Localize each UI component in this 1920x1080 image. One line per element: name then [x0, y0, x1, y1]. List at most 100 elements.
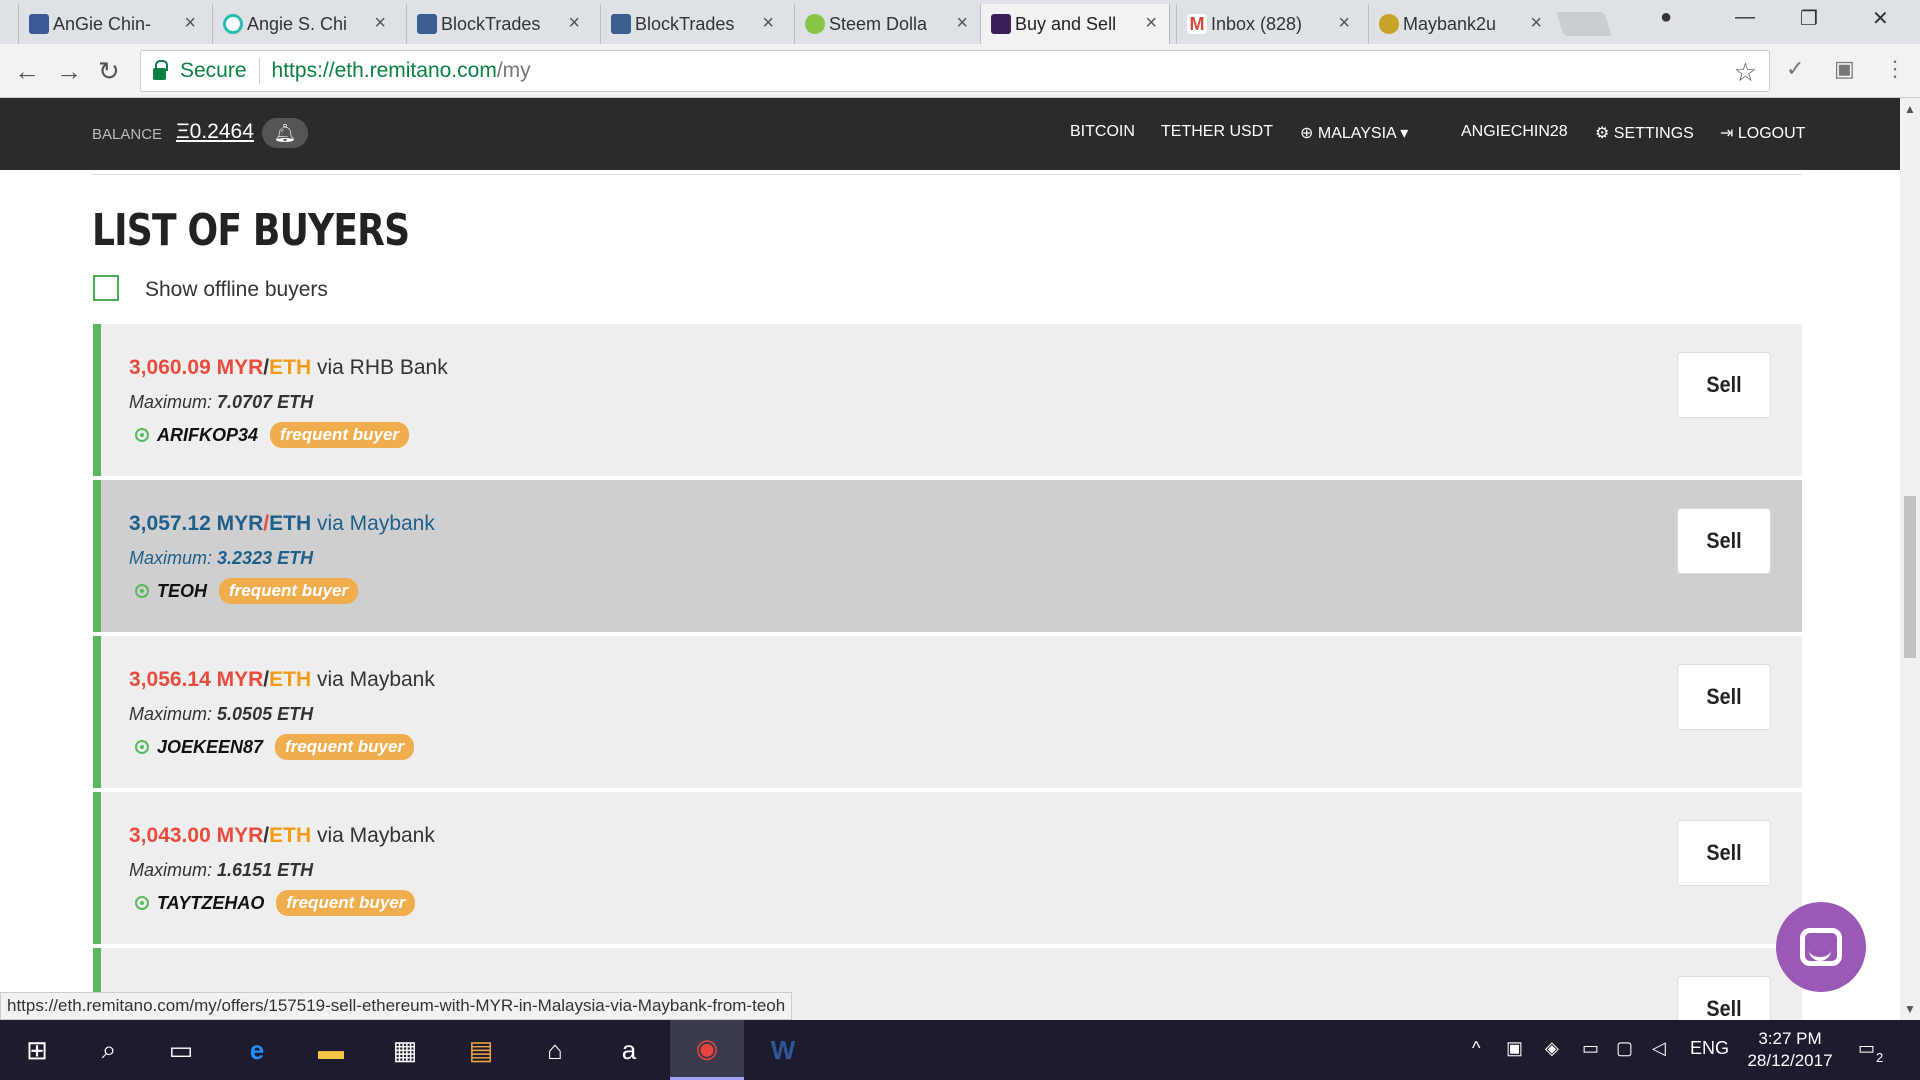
new-tab-button[interactable]	[1555, 12, 1613, 36]
online-status-icon	[135, 740, 149, 754]
close-icon[interactable]: ×	[1338, 12, 1350, 35]
tab-2[interactable]: BlockTrades ×	[406, 4, 592, 44]
tab-4[interactable]: Steem Dolla ×	[794, 4, 980, 44]
chat-button[interactable]	[1776, 902, 1866, 992]
user-line: TAYTZEHAO frequent buyer	[129, 890, 416, 916]
close-icon[interactable]: ×	[374, 12, 386, 35]
restore-icon[interactable]: ❐	[1800, 6, 1818, 31]
scroll-up-icon[interactable]: ▲	[1904, 102, 1916, 116]
tab-3[interactable]: BlockTrades ×	[600, 4, 786, 44]
scroll-down-icon[interactable]: ▼	[1904, 1002, 1916, 1016]
reload-icon[interactable]: ↻	[98, 56, 120, 87]
buyer-username[interactable]: TEOH	[157, 581, 207, 602]
search-icon[interactable]: ⌕	[72, 1020, 146, 1080]
max-line: Maximum: 7.0707 ETH	[129, 392, 313, 413]
tab-0[interactable]: AnGie Chin- ×	[18, 4, 208, 44]
price-line: 3,043.00 MYR/ETH via Maybank	[129, 824, 435, 848]
offer-row[interactable]: 3,056.14 MYR/ETH via Maybank Maximum: 5.…	[93, 636, 1802, 788]
country-label: MALAYSIA	[1317, 125, 1396, 142]
nav-country[interactable]: ⊕ MALAYSIA ▾	[1300, 123, 1408, 143]
max-line: Maximum: 1.6151 ETH	[129, 860, 313, 881]
notifications-icon[interactable]: ▭	[1858, 1038, 1875, 1059]
amazon-icon[interactable]: a	[592, 1020, 666, 1080]
via-label: via	[316, 356, 344, 379]
app-icon[interactable]: ▤	[444, 1020, 518, 1080]
user-line: JOEKEEN87 frequent buyer	[129, 734, 415, 760]
buyer-username[interactable]: ARIFKOP34	[157, 425, 258, 446]
buyer-username[interactable]: JOEKEEN87	[157, 737, 263, 758]
tab-6[interactable]: M Inbox (828) ×	[1176, 4, 1362, 44]
volume-icon[interactable]: ◁	[1652, 1038, 1666, 1059]
nav-settings[interactable]: ⚙ SETTINGS	[1595, 123, 1694, 143]
nav-logout[interactable]: ⇥ LOGOUT	[1720, 123, 1805, 143]
offer-fiat: MYR	[216, 824, 264, 847]
close-icon[interactable]: ×	[1145, 12, 1157, 35]
check-extension-icon[interactable]: ✓	[1786, 56, 1804, 82]
offer-coin: ETH	[269, 512, 312, 535]
clock[interactable]: 3:27 PM 28/12/2017	[1740, 1028, 1840, 1072]
sell-button[interactable]: Sell	[1677, 508, 1771, 574]
network-icon[interactable]: ▢	[1616, 1038, 1633, 1059]
word-icon[interactable]: W	[746, 1020, 820, 1080]
sell-button[interactable]: Sell	[1677, 976, 1771, 1020]
minimize-icon[interactable]: —	[1735, 6, 1755, 29]
forward-icon[interactable]: →	[56, 56, 82, 87]
max-value: 5.0505 ETH	[217, 704, 314, 724]
windows-start-icon[interactable]: ⊞	[0, 1020, 74, 1080]
extension-icon[interactable]: ▣	[1834, 56, 1855, 82]
menu-icon[interactable]: ⋮	[1884, 56, 1906, 82]
max-label: Maximum:	[129, 392, 213, 412]
tab-5[interactable]: Buy and Sell ×	[980, 4, 1170, 44]
sell-button[interactable]: Sell	[1677, 352, 1771, 418]
scroll-thumb[interactable]	[1904, 496, 1916, 658]
sell-button[interactable]: Sell	[1677, 664, 1771, 730]
scrollbar[interactable]: ▲ ▼	[1900, 98, 1920, 1020]
frequent-buyer-badge: frequent buyer	[270, 422, 410, 448]
buyer-username[interactable]: TAYTZEHAO	[157, 893, 264, 914]
via-label: via	[316, 824, 344, 847]
offer-coin: ETH	[269, 824, 312, 847]
close-icon[interactable]: ×	[1530, 12, 1542, 35]
gift-icon[interactable]: ▣	[1506, 1038, 1523, 1059]
edge-icon[interactable]: e	[220, 1020, 294, 1080]
nav-bitcoin[interactable]: BITCOIN	[1070, 123, 1135, 141]
gmail-icon: M	[1187, 14, 1207, 34]
home-icon[interactable]: ⌂	[518, 1020, 592, 1080]
shield-icon[interactable]: ◈	[1545, 1038, 1559, 1059]
tab-7[interactable]: Maybank2u ×	[1368, 4, 1554, 44]
logout-label: LOGOUT	[1737, 125, 1806, 142]
bookmark-star-icon[interactable]: ☆	[1734, 57, 1757, 88]
balance-value[interactable]: Ξ0.2464	[176, 120, 254, 144]
close-icon[interactable]: ×	[762, 12, 774, 35]
chrome-icon[interactable]: ◉	[670, 1020, 744, 1080]
sell-button[interactable]: Sell	[1677, 820, 1771, 886]
tab-1[interactable]: Angie S. Chi ×	[212, 4, 398, 44]
show-offline-checkbox[interactable]	[93, 275, 119, 301]
close-window-icon[interactable]: ✕	[1872, 6, 1889, 31]
show-offline-label[interactable]: Show offline buyers	[145, 278, 328, 302]
offer-bank: Maybank	[349, 824, 435, 847]
close-icon[interactable]: ×	[568, 12, 580, 35]
offer-bank: Maybank	[349, 668, 435, 691]
profile-icon[interactable]: ●	[1660, 6, 1672, 29]
battery-icon[interactable]: ▭	[1582, 1038, 1599, 1059]
bell-icon[interactable]: 🔔︎	[262, 118, 308, 148]
close-icon[interactable]: ×	[184, 12, 196, 35]
nav-username[interactable]: ANGIECHIN28	[1461, 123, 1568, 141]
offer-row[interactable]: 3,043.00 MYR/ETH via Maybank Maximum: 1.…	[93, 792, 1802, 944]
store-icon[interactable]: ▦	[368, 1020, 442, 1080]
back-icon[interactable]: ←	[14, 56, 40, 87]
offer-row[interactable]: 3,057.12 MYR/ETH via Maybank Maximum: 3.…	[93, 480, 1802, 632]
tray-expand-icon[interactable]: ^	[1472, 1038, 1480, 1059]
task-view-icon[interactable]: ▭	[144, 1020, 218, 1080]
url-host: https://eth.remitano.com	[271, 59, 497, 82]
file-explorer-icon[interactable]: ▬	[294, 1020, 368, 1080]
address-bar[interactable]: Secure https://eth.remitano.com/my ☆	[140, 50, 1770, 92]
url-path: /my	[496, 59, 531, 82]
close-icon[interactable]: ×	[956, 12, 968, 35]
offer-row[interactable]: 3,060.09 MYR/ETH via RHB Bank Maximum: 7…	[93, 324, 1802, 476]
nav-tether-usdt[interactable]: TETHER USDT	[1161, 123, 1273, 141]
tab-title: AnGie Chin-	[53, 13, 152, 34]
language-indicator[interactable]: ENG	[1690, 1038, 1729, 1059]
offer-price: 3,060.09	[129, 356, 211, 379]
